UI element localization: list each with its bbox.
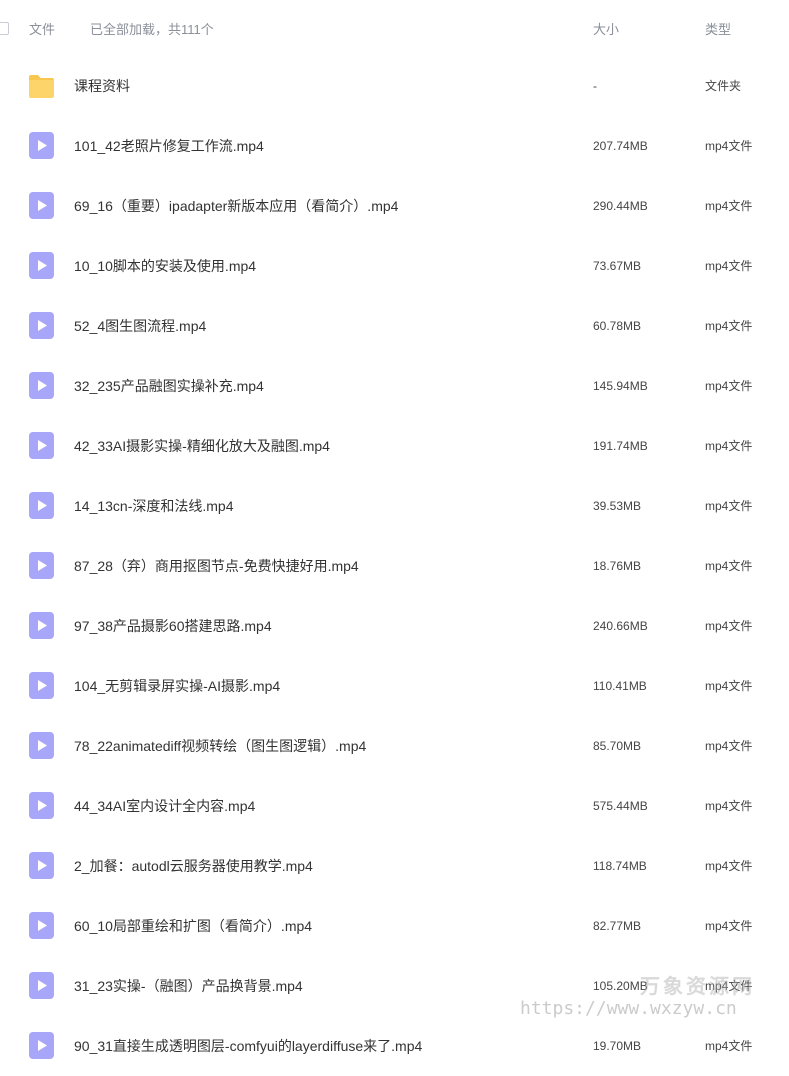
video-file-icon [29, 252, 54, 279]
file-size: 19.70MB [593, 1039, 642, 1053]
file-row[interactable]: 32_235产品融图实操补充.mp4 145.94MB mp4文件 [0, 356, 789, 416]
folder-icon [29, 75, 54, 98]
file-name[interactable]: 101_42老照片修复工作流.mp4 [74, 137, 264, 155]
video-file-icon [29, 192, 54, 219]
file-name[interactable]: 52_4图生图流程.mp4 [74, 317, 206, 335]
file-row[interactable]: 104_无剪辑录屏实操-AI摄影.mp4 110.41MB mp4文件 [0, 656, 789, 716]
select-all-checkbox[interactable] [0, 22, 9, 35]
video-file-icon [29, 492, 54, 519]
file-type: mp4文件 [705, 199, 753, 213]
file-name[interactable]: 42_33AI摄影实操-精细化放大及融图.mp4 [74, 437, 330, 455]
file-size: 110.41MB [593, 679, 647, 693]
file-name[interactable]: 32_235产品融图实操补充.mp4 [74, 377, 264, 395]
file-name[interactable]: 14_13cn-深度和法线.mp4 [74, 497, 234, 515]
file-size: 240.66MB [593, 619, 648, 633]
file-name[interactable]: 2_加餐：autodl云服务器使用教学.mp4 [74, 857, 313, 875]
video-file-icon [29, 972, 54, 999]
video-file-icon [29, 432, 54, 459]
file-type: mp4文件 [705, 139, 753, 153]
file-type: mp4文件 [705, 319, 753, 333]
file-name[interactable]: 44_34AI室内设计全内容.mp4 [74, 797, 255, 815]
file-size: 39.53MB [593, 499, 642, 513]
video-file-icon [29, 612, 54, 639]
load-status-text: 已全部加载，共111个 [90, 22, 214, 37]
column-header-size[interactable]: 大小 [593, 22, 619, 38]
file-row[interactable]: 10_10脚本的安装及使用.mp4 73.67MB mp4文件 [0, 236, 789, 296]
file-size: 145.94MB [593, 379, 648, 393]
file-size: - [593, 79, 597, 93]
file-type: mp4文件 [705, 1039, 753, 1053]
file-name[interactable]: 78_22animatediff视频转绘（图生图逻辑）.mp4 [74, 737, 366, 755]
file-list-header: 文件 已全部加载，共111个 大小 类型 [0, 0, 789, 60]
file-name[interactable]: 31_23实操-（融图）产品换背景.mp4 [74, 977, 303, 995]
file-name[interactable]: 104_无剪辑录屏实操-AI摄影.mp4 [74, 677, 280, 695]
file-size: 85.70MB [593, 739, 642, 753]
file-row[interactable]: 52_4图生图流程.mp4 60.78MB mp4文件 [0, 296, 789, 356]
file-size: 18.76MB [593, 559, 642, 573]
file-size: 575.44MB [593, 799, 648, 813]
file-name[interactable]: 10_10脚本的安装及使用.mp4 [74, 257, 256, 275]
file-row[interactable]: 78_22animatediff视频转绘（图生图逻辑）.mp4 85.70MB mp… [0, 716, 789, 776]
file-type: mp4文件 [705, 679, 753, 693]
video-file-icon [29, 132, 54, 159]
file-size: 73.67MB [593, 259, 642, 273]
file-type: mp4文件 [705, 859, 753, 873]
file-type: mp4文件 [705, 739, 753, 753]
file-row[interactable]: 2_加餐：autodl云服务器使用教学.mp4 118.74MB mp4文件 [0, 836, 789, 896]
file-row[interactable]: 44_34AI室内设计全内容.mp4 575.44MB mp4文件 [0, 776, 789, 836]
file-row[interactable]: 14_13cn-深度和法线.mp4 39.53MB mp4文件 [0, 476, 789, 536]
file-type: mp4文件 [705, 919, 753, 933]
file-size: 207.74MB [593, 139, 648, 153]
file-list: 课程资料 - 文件夹 101_42老照片修复工作流.mp4 207.74MB mp4文件 6… [0, 56, 789, 1076]
file-row[interactable]: 90_31直接生成透明图层-comfyui的layerdiffuse来了.mp4… [0, 1016, 789, 1076]
column-header-type[interactable]: 类型 [705, 22, 731, 38]
video-file-icon [29, 732, 54, 759]
file-name[interactable]: 87_28（弃）商用抠图节点-免费快捷好用.mp4 [74, 557, 359, 575]
file-size: 290.44MB [593, 199, 648, 213]
file-type: mp4文件 [705, 799, 753, 813]
file-row[interactable]: 69_16（重要）ipadapter新版本应用（看简介）.mp4 290.44MB… [0, 176, 789, 236]
file-type: mp4文件 [705, 379, 753, 393]
file-size: 60.78MB [593, 319, 642, 333]
folder-row[interactable]: 课程资料 - 文件夹 [0, 56, 789, 116]
file-type: mp4文件 [705, 619, 753, 633]
file-name[interactable]: 97_38产品摄影60搭建思路.mp4 [74, 617, 272, 635]
video-file-icon [29, 312, 54, 339]
column-header-name[interactable]: 文件 [29, 22, 55, 38]
video-file-icon [29, 672, 54, 699]
file-type: mp4文件 [705, 499, 753, 513]
file-type: mp4文件 [705, 979, 753, 993]
file-row[interactable]: 31_23实操-（融图）产品换背景.mp4 105.20MB mp4文件 [0, 956, 789, 1016]
file-size: 105.20MB [593, 979, 648, 993]
file-size: 82.77MB [593, 919, 642, 933]
file-type: 文件夹 [705, 79, 742, 93]
file-name[interactable]: 69_16（重要）ipadapter新版本应用（看简介）.mp4 [74, 197, 398, 215]
file-size: 118.74MB [593, 859, 647, 873]
video-file-icon [29, 852, 54, 879]
file-row[interactable]: 60_10局部重绘和扩图（看简介）.mp4 82.77MB mp4文件 [0, 896, 789, 956]
file-type: mp4文件 [705, 559, 753, 573]
video-file-icon [29, 372, 54, 399]
video-file-icon [29, 912, 54, 939]
file-size: 191.74MB [593, 439, 648, 453]
video-file-icon [29, 1032, 54, 1059]
file-name[interactable]: 课程资料 [74, 77, 130, 95]
file-row[interactable]: 42_33AI摄影实操-精细化放大及融图.mp4 191.74MB mp4文件 [0, 416, 789, 476]
video-file-icon [29, 552, 54, 579]
file-name[interactable]: 90_31直接生成透明图层-comfyui的layerdiffuse来了.mp4 [74, 1037, 422, 1055]
file-row[interactable]: 87_28（弃）商用抠图节点-免费快捷好用.mp4 18.76MB mp4文件 [0, 536, 789, 596]
file-row[interactable]: 97_38产品摄影60搭建思路.mp4 240.66MB mp4文件 [0, 596, 789, 656]
file-row[interactable]: 101_42老照片修复工作流.mp4 207.74MB mp4文件 [0, 116, 789, 176]
file-type: mp4文件 [705, 259, 753, 273]
video-file-icon [29, 792, 54, 819]
file-type: mp4文件 [705, 439, 753, 453]
file-name[interactable]: 60_10局部重绘和扩图（看简介）.mp4 [74, 917, 312, 935]
